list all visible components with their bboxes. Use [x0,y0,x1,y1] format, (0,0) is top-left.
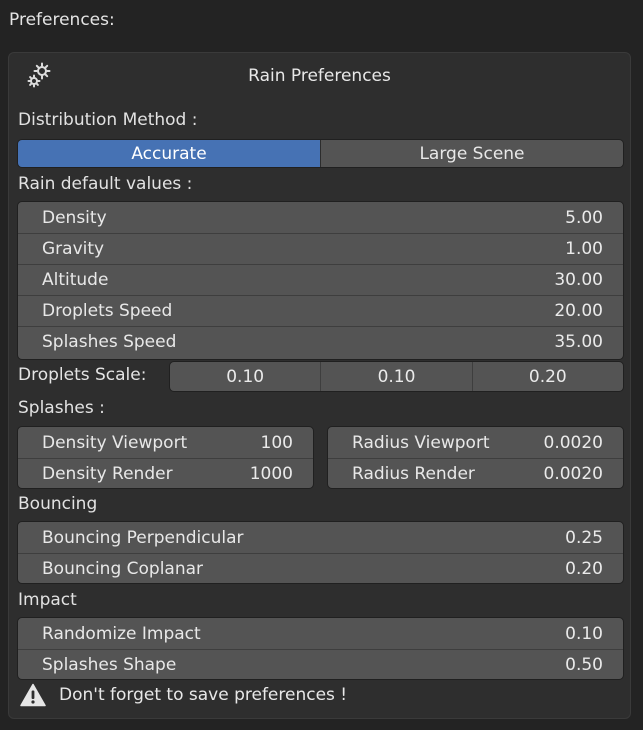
splashes-shape-field[interactable]: Splashes Shape 0.50 [18,649,623,679]
field-value: 5.00 [565,207,603,228]
field-label: Bouncing Perpendicular [42,527,244,548]
density-field[interactable]: Density 5.00 [18,202,623,233]
splashes-speed-field[interactable]: Splashes Speed 35.00 [18,326,623,357]
field-value: 0.20 [565,559,603,579]
splashes-density-group: Density Viewport 100 Density Render 1000 [17,426,314,489]
field-value: 100 [260,432,293,453]
rain-preferences-panel: Rain Preferences Distribution Method : A… [8,52,631,719]
bouncing-group: Bouncing Perpendicular 0.25 Bouncing Cop… [17,521,624,584]
density-render-field[interactable]: Density Render 1000 [18,458,313,488]
altitude-field[interactable]: Altitude 30.00 [18,264,623,295]
field-value: 0.25 [565,527,603,548]
distribution-method-label: Distribution Method : [18,110,198,130]
impact-label: Impact [18,590,77,610]
bouncing-label: Bouncing [18,494,98,514]
field-value: 20.00 [554,301,603,321]
field-value: 30.00 [554,270,603,290]
droplets-scale-x[interactable]: 0.10 [170,362,320,391]
field-value: 1.00 [565,239,603,259]
field-label: Density Viewport [42,432,188,453]
field-value: 0.10 [565,623,603,644]
field-label: Splashes Speed [42,332,177,352]
randomize-impact-field[interactable]: Randomize Impact 0.10 [18,618,623,649]
page-title: Preferences: [9,10,115,30]
droplets-scale-label: Droplets Scale: [18,365,147,385]
rain-default-values-label: Rain default values : [18,174,193,194]
field-label: Density [42,207,107,228]
bouncing-perpendicular-field[interactable]: Bouncing Perpendicular 0.25 [18,522,623,553]
splashes-label: Splashes : [18,398,105,418]
field-label: Density Render [42,464,173,484]
panel-title: Rain Preferences [248,66,391,86]
field-label: Altitude [42,270,109,290]
field-label: Bouncing Coplanar [42,559,204,579]
radius-render-field[interactable]: Radius Render 0.0020 [328,458,623,488]
density-viewport-field[interactable]: Density Viewport 100 [18,427,313,458]
distribution-large-scene-button[interactable]: Large Scene [320,140,623,167]
radius-viewport-field[interactable]: Radius Viewport 0.0020 [328,427,623,458]
field-value: 0.50 [565,655,603,675]
rain-default-values-group: Density 5.00 Gravity 1.00 Altitude 30.00… [17,201,624,360]
save-reminder-text: Don't forget to save preferences ! [59,685,348,705]
field-label: Gravity [42,239,105,259]
distribution-accurate-button[interactable]: Accurate [18,140,320,167]
droplets-speed-field[interactable]: Droplets Speed 20.00 [18,295,623,326]
field-label: Radius Viewport [352,432,490,453]
bouncing-coplanar-field[interactable]: Bouncing Coplanar 0.20 [18,553,623,583]
preferences-page: Preferences: Rain Preferences Distributi… [0,0,643,730]
field-label: Splashes Shape [42,655,177,675]
impact-group: Randomize Impact 0.10 Splashes Shape 0.5… [17,617,624,680]
warning-icon [20,683,46,707]
gravity-field[interactable]: Gravity 1.00 [18,233,623,264]
distribution-method-selector: Accurate Large Scene [17,139,624,168]
field-value: 1000 [249,464,293,484]
field-label: Randomize Impact [42,623,201,644]
droplets-scale-y[interactable]: 0.10 [320,362,471,391]
droplets-scale-vector: 0.10 0.10 0.20 [169,361,624,392]
field-label: Droplets Speed [42,301,173,321]
splashes-radius-group: Radius Viewport 0.0020 Radius Render 0.0… [327,426,624,489]
field-value: 0.0020 [543,464,603,484]
field-value: 0.0020 [543,432,603,453]
droplets-scale-z[interactable]: 0.20 [471,362,623,391]
field-label: Radius Render [352,464,475,484]
field-value: 35.00 [554,332,603,352]
